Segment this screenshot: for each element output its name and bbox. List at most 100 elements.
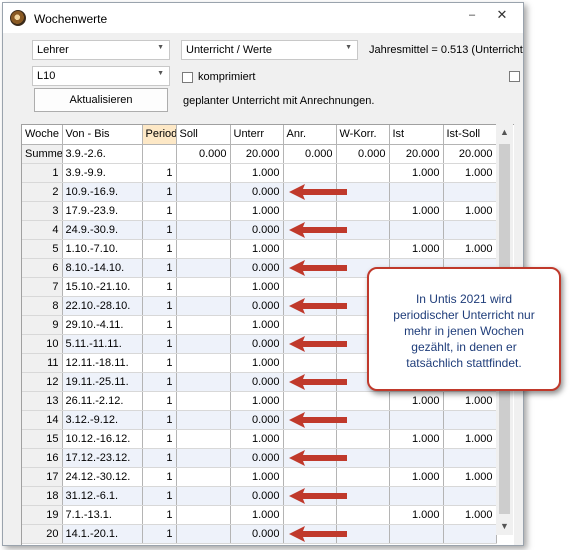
cell-woche[interactable]: 1 [22,163,63,183]
table-row[interactable]: 18 31.12.-6.1. 1 0.000 [22,486,497,506]
cell-von-bis[interactable]: 5.11.-11.11. [62,334,143,354]
cell-woche[interactable]: 17 [22,467,63,487]
cell-ist[interactable] [389,448,444,468]
cell-woche[interactable]: 8 [22,296,63,316]
minimize-button[interactable]: – [457,5,487,25]
cell-soll[interactable] [176,505,231,525]
cell-von-bis[interactable]: 15.10.-21.10. [62,277,143,297]
table-row[interactable]: 5 1.10.-7.10. 1 1.000 1.000 1.000 [22,239,497,259]
cell-soll[interactable] [176,410,231,430]
cell-ist[interactable] [389,220,444,240]
cell-ist-soll[interactable]: 1.000 [443,391,497,411]
column-header-unterr[interactable]: Unterr [230,125,284,145]
cell-unterr[interactable]: 0.000 [230,372,284,392]
cell-woche[interactable]: 12 [22,372,63,392]
cell-von-bis[interactable]: 31.12.-6.1. [62,486,143,506]
cell-ist-soll[interactable]: 1.000 [443,429,497,449]
cell-unterr[interactable]: 1.000 [230,467,284,487]
cell-anr[interactable] [283,277,337,297]
cell-ist[interactable] [389,486,444,506]
cell-anr[interactable] [283,163,337,183]
cell-ist-soll[interactable]: 1.000 [443,163,497,183]
cell-anr[interactable] [283,505,337,525]
cell-von-bis[interactable]: 17.9.-23.9. [62,201,143,221]
cell-ist-soll[interactable]: 1.000 [443,505,497,525]
cell-von-bis[interactable]: 10.12.-16.12. [62,429,143,449]
column-header-woche[interactable]: Woche [22,125,63,145]
table-row[interactable]: 1 3.9.-9.9. 1 1.000 1.000 1.000 [22,163,497,183]
cell-w-korr[interactable] [336,429,390,449]
cell-ist-soll[interactable] [443,486,497,506]
mode-select[interactable]: Unterricht / Werte ▼ [181,40,358,60]
cell-ist[interactable]: 1.000 [389,163,444,183]
cell-unterr[interactable]: 1.000 [230,391,284,411]
cell-w-korr[interactable] [336,505,390,525]
cell-w-korr[interactable]: 0.000 [336,144,390,164]
table-row[interactable]: 19 7.1.-13.1. 1 1.000 1.000 1.000 [22,505,497,525]
cell-soll[interactable] [176,391,231,411]
cell-ist-soll[interactable]: 1.000 [443,239,497,259]
close-button[interactable]: ✕ [487,5,517,25]
cell-woche[interactable]: 19 [22,505,63,525]
column-header-ist-soll[interactable]: Ist-Soll [443,125,497,145]
cell-anr[interactable] [283,239,337,259]
cell-ist[interactable]: 1.000 [389,505,444,525]
cell-woche[interactable]: 5 [22,239,63,259]
cell-unterr[interactable]: 0.000 [230,220,284,240]
cell-period[interactable]: 1 [142,182,177,202]
column-header-soll[interactable]: Soll [176,125,231,145]
cell-woche[interactable]: 4 [22,220,63,240]
cell-period[interactable]: 1 [142,467,177,487]
table-row[interactable]: 2 10.9.-16.9. 1 0.000 [22,182,497,202]
cell-von-bis[interactable]: 10.9.-16.9. [62,182,143,202]
cell-unterr[interactable]: 0.000 [230,410,284,430]
cell-ist[interactable] [389,410,444,430]
cell-period[interactable]: 1 [142,239,177,259]
cell-anr[interactable] [283,391,337,411]
cell-von-bis[interactable]: 26.11.-2.12. [62,391,143,411]
cell-unterr[interactable]: 1.000 [230,353,284,373]
cell-period[interactable] [142,144,177,164]
cell-von-bis[interactable]: 19.11.-25.11. [62,372,143,392]
table-row[interactable]: 17 24.12.-30.12. 1 1.000 1.000 1.000 [22,467,497,487]
cell-period[interactable]: 1 [142,277,177,297]
cell-period[interactable]: 1 [142,372,177,392]
cell-von-bis[interactable]: 3.9.-2.6. [62,144,143,164]
cell-soll[interactable] [176,239,231,259]
cell-unterr[interactable]: 0.000 [230,486,284,506]
cell-von-bis[interactable]: 24.9.-30.9. [62,220,143,240]
cell-period[interactable]: 1 [142,296,177,316]
cell-soll[interactable] [176,201,231,221]
cell-ist-soll[interactable]: 1.000 [443,201,497,221]
table-row[interactable]: 16 17.12.-23.12. 1 0.000 [22,448,497,468]
cell-unterr[interactable]: 0.000 [230,296,284,316]
column-header-w-korr[interactable]: W-Korr. [336,125,390,145]
cell-period[interactable]: 1 [142,391,177,411]
sum-row[interactable]: Summe 3.9.-2.6. 0.000 20.000 0.000 0.000 20.00… [22,144,497,164]
cell-von-bis[interactable]: 8.10.-14.10. [62,258,143,278]
cell-von-bis[interactable]: 24.12.-30.12. [62,467,143,487]
table-row[interactable]: 15 10.12.-16.12. 1 1.000 1.000 1.000 [22,429,497,449]
cell-ist-soll[interactable] [443,220,497,240]
cell-period[interactable]: 1 [142,353,177,373]
cell-soll[interactable] [176,467,231,487]
cell-period[interactable]: 1 [142,524,177,544]
cell-unterr[interactable]: 1.000 [230,201,284,221]
cell-unterr[interactable]: 0.000 [230,258,284,278]
cell-ist[interactable]: 1.000 [389,429,444,449]
cell-soll[interactable] [176,429,231,449]
column-header-ist[interactable]: Ist [389,125,444,145]
column-header-period[interactable]: Period [142,125,177,145]
cell-soll[interactable] [176,334,231,354]
cell-unterr[interactable]: 1.000 [230,505,284,525]
cell-ist-soll[interactable] [443,410,497,430]
cell-ist[interactable]: 1.000 [389,239,444,259]
cell-anr[interactable] [283,429,337,449]
cell-ist[interactable]: 1.000 [389,201,444,221]
cell-woche[interactable]: 15 [22,429,63,449]
element-select[interactable]: L10 ▼ [32,66,170,86]
cell-period[interactable]: 1 [142,410,177,430]
table-row[interactable]: 14 3.12.-9.12. 1 0.000 [22,410,497,430]
aktualisieren-button[interactable]: Aktualisieren [34,88,168,112]
cell-w-korr[interactable] [336,201,390,221]
